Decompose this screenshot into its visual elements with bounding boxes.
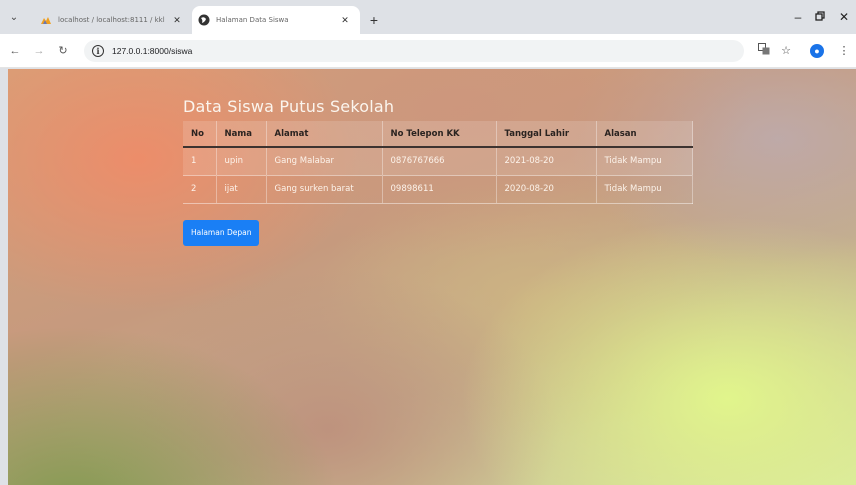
column-header-tanggal-lahir: Tanggal Lahir [495, 121, 596, 148]
browser-toolbar: ← → ↻ i 127.0.0.1:8000/siswa ☆ ● ⋮ [0, 34, 856, 68]
profile-avatar-icon[interactable]: ● [810, 44, 824, 58]
close-window-icon[interactable]: ✕ [834, 8, 854, 26]
cell-alamat: Gang Malabar [265, 146, 382, 175]
cell-telepon: 09898611 [381, 174, 496, 204]
cell-alamat: Gang surken barat [265, 174, 382, 204]
translate-icon[interactable] [756, 43, 772, 59]
page-viewport: Data Siswa Putus Sekolah No Nama Alamat … [8, 69, 856, 485]
reload-icon[interactable]: ↻ [56, 44, 70, 58]
more-menu-icon[interactable]: ⋮ [836, 43, 852, 59]
back-icon[interactable]: ← [8, 44, 22, 58]
column-header-alamat: Alamat [265, 121, 382, 148]
url-text: 127.0.0.1:8000/siswa [112, 46, 193, 56]
bookmark-star-icon[interactable]: ☆ [778, 43, 794, 59]
tab-title: Halaman Data Siswa [216, 16, 289, 24]
page-content: Data Siswa Putus Sekolah No Nama Alamat … [183, 95, 693, 246]
page-title: Data Siswa Putus Sekolah [183, 97, 395, 116]
cell-alasan: Tidak Mampu [595, 174, 693, 204]
cell-nama: ijat [215, 174, 266, 204]
cell-tanggal-lahir: 2020-08-20 [495, 174, 596, 204]
restore-icon[interactable] [810, 8, 830, 26]
table-row: 1 upin Gang Malabar 0876767666 2021-08-2… [183, 146, 693, 175]
column-header-telepon: No Telepon KK [381, 121, 496, 148]
site-info-icon[interactable]: i [92, 45, 104, 57]
tab-strip: ⌄ localhost / localhost:8111 / kkl ✕ Hal… [0, 0, 856, 34]
close-icon[interactable]: ✕ [170, 13, 184, 27]
cell-telepon: 0876767666 [381, 146, 496, 175]
table-row: 2 ijat Gang surken barat 09898611 2020-0… [183, 174, 693, 204]
cell-tanggal-lahir: 2021-08-20 [495, 146, 596, 175]
cell-nama: upin [215, 146, 266, 175]
tab-halaman-data-siswa[interactable]: Halaman Data Siswa ✕ [192, 6, 360, 34]
tab-title: localhost / localhost:8111 / kkl [58, 16, 165, 24]
tab-search-chevron-icon[interactable]: ⌄ [6, 10, 22, 26]
globe-icon [198, 14, 210, 26]
cell-no: 2 [183, 174, 216, 204]
table-header-row: No Nama Alamat No Telepon KK Tanggal Lah… [183, 121, 693, 148]
halaman-depan-button[interactable]: Halaman Depan [183, 219, 260, 246]
phpmyadmin-icon [40, 14, 52, 26]
cell-alasan: Tidak Mampu [595, 146, 693, 175]
column-header-no: No [183, 121, 216, 148]
close-icon[interactable]: ✕ [338, 13, 352, 27]
forward-icon[interactable]: → [32, 44, 46, 58]
tab-localhost[interactable]: localhost / localhost:8111 / kkl ✕ [34, 6, 192, 34]
minimize-icon[interactable]: – [788, 8, 808, 26]
students-table: No Nama Alamat No Telepon KK Tanggal Lah… [183, 121, 693, 204]
address-bar[interactable]: i 127.0.0.1:8000/siswa [84, 40, 744, 62]
cell-no: 1 [183, 146, 216, 175]
column-header-nama: Nama [215, 121, 266, 148]
column-header-alasan: Alasan [595, 121, 693, 148]
new-tab-icon[interactable]: + [366, 12, 382, 28]
